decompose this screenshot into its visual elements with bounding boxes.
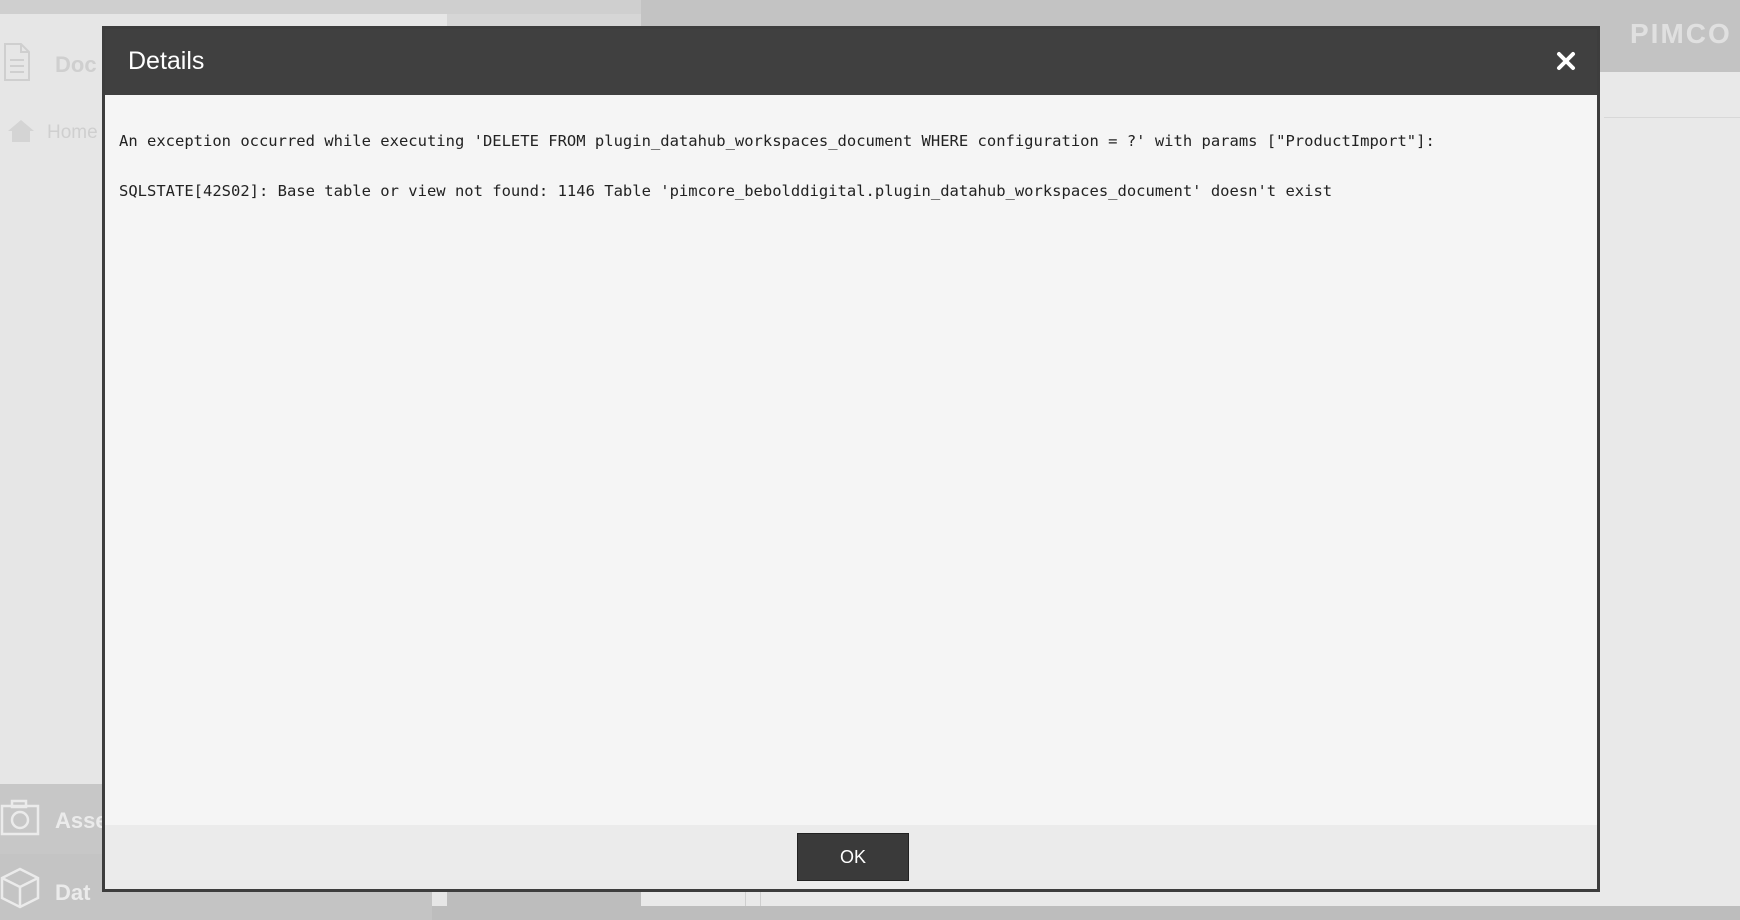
- error-message-line: An exception occurred while executing 'D…: [119, 132, 1435, 150]
- brand-logo: PIMCO: [1630, 18, 1732, 49]
- sidebar-item-label: Doc: [55, 52, 97, 77]
- details-dialog: Details An exception occurred while exec…: [102, 26, 1600, 892]
- ok-button[interactable]: OK: [797, 833, 909, 881]
- camera-icon: [0, 799, 40, 836]
- tab-strip: [447, 14, 641, 26]
- cube-icon: [0, 867, 40, 909]
- home-icon: [8, 120, 34, 142]
- dialog-body: An exception occurred while executing 'D…: [105, 95, 1597, 831]
- document-icon: [4, 43, 30, 81]
- dialog-title: Details: [128, 47, 205, 75]
- close-icon[interactable]: [1551, 46, 1581, 76]
- error-message-line: SQLSTATE[42S02]: Base table or view not …: [119, 182, 1333, 200]
- sidebar-item-label: Asse: [55, 808, 108, 833]
- sidebar-item-label: Dat: [55, 880, 91, 905]
- tree-item-label: Home: [47, 122, 98, 143]
- dialog-header: Details: [105, 29, 1597, 95]
- dialog-footer: OK: [105, 825, 1597, 889]
- divider: [1604, 117, 1740, 118]
